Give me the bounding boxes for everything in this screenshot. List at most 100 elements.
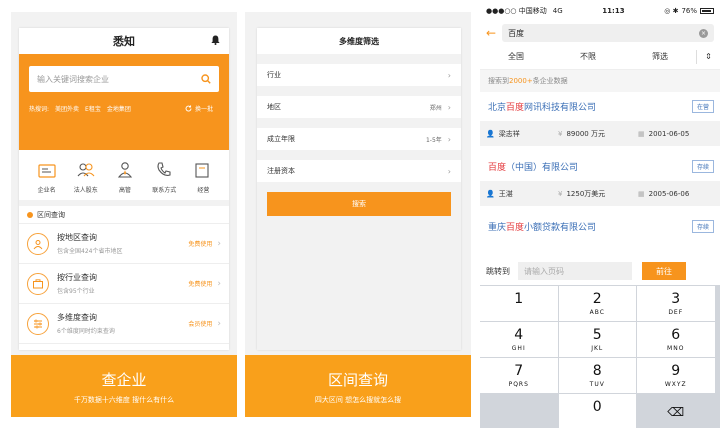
refresh-terms-button[interactable]: 换一批 (185, 104, 219, 113)
number-key[interactable]: 6 MNO (637, 322, 715, 357)
filter-tab-capital[interactable]: 不限 (552, 51, 624, 62)
filter-value: 郑州 (429, 104, 442, 112)
number-key[interactable]: 3 DEF (637, 286, 715, 321)
results-count-bar: 搜索到 2000+ 条企业数据 (480, 70, 720, 92)
legal-person: 王湛 (498, 189, 513, 198)
query-by-region-row[interactable]: 按地区查询 包含全国424个省市地区 免费使用 › (19, 224, 229, 264)
clear-icon[interactable]: × (699, 28, 708, 38)
number-key[interactable]: 8 TUV (558, 358, 636, 393)
number-key[interactable]: 1 (480, 286, 558, 321)
number-key[interactable]: 5 JKL (558, 322, 636, 357)
filter-industry[interactable]: 行业 › (257, 64, 461, 86)
company-search-input[interactable]: 输入关键词搜索企业 (29, 66, 219, 92)
search-button[interactable]: 搜索 (267, 192, 451, 216)
filter-label: 成立年限 (267, 135, 295, 143)
company-name[interactable]: 百度（中国）有限公司 (488, 160, 578, 173)
number-key[interactable]: 0 (558, 394, 636, 428)
key-letters: ABC (589, 309, 605, 316)
chevron-right-icon: › (447, 70, 451, 80)
yuan-icon: ¥ (558, 189, 563, 198)
page-input-placeholder: 请输入页码 (524, 266, 564, 276)
category-legal-shareholder[interactable]: 法人股东 (66, 160, 105, 200)
hot-label: 热搜词: (29, 106, 50, 113)
hot-search-terms: 热搜词: 美团外卖 E租宝 金地集团 换一批 (29, 104, 219, 113)
status-icons: ◎ ✱ (664, 7, 679, 15)
home-screen-panel: 悉知 输入关键词搜索企业 热搜词: 美团外卖 E租宝 金地集团 换一批 企业名 … (11, 12, 237, 417)
company-title-row: 北京百度网讯科技有限公司 在营 (480, 92, 720, 121)
row-subtitle: 包含95个行业 (57, 288, 95, 295)
network-label: 4G (552, 7, 563, 15)
banner-title: 查企业 (101, 371, 147, 389)
screenshot-root: 悉知 输入关键词搜索企业 热搜词: 美团外卖 E租宝 金地集团 换一批 企业名 … (0, 0, 720, 428)
row-action[interactable]: 免费使用 (188, 239, 212, 248)
chevron-right-icon: › (217, 238, 221, 249)
home-top-bar: 悉知 (19, 28, 229, 54)
section-dot-icon (27, 211, 33, 218)
number-key[interactable]: 4 GHI (480, 322, 558, 357)
key-digit: 1 (514, 291, 524, 307)
row-action[interactable]: 会员使用 (188, 319, 212, 328)
hot-term[interactable]: E租宝 (85, 104, 101, 113)
filter-screen-panel: 多维度筛选 行业 › 地区 郑州 › 成立年限 1-5年 › 注册资本 › 搜索 (245, 12, 471, 417)
executive-icon (117, 162, 133, 178)
filter-tab-more[interactable]: 筛选 (624, 51, 696, 62)
results-search-input[interactable]: 百度 × (502, 24, 714, 42)
result-item[interactable]: 百度（中国）有限公司 存续 👤 王湛 ¥1250万美元 ▦ 2005-06-06 (480, 152, 720, 212)
business-icon (195, 163, 209, 178)
category-contact[interactable]: 联系方式 (145, 160, 184, 200)
found-suffix: 条企业数据 (532, 77, 568, 85)
hot-term[interactable]: 美团外卖 (55, 104, 79, 113)
go-button[interactable]: 前往 (642, 262, 686, 280)
key-letters: PQRS (508, 381, 529, 388)
sort-icon[interactable]: ⇕ (696, 49, 720, 64)
person-icon: 👤 (486, 129, 495, 138)
filter-sliders-icon (27, 312, 49, 335)
filter-registered-capital[interactable]: 注册资本 › (257, 160, 461, 182)
company-name-icon (37, 164, 56, 178)
found-prefix: 搜索到 (488, 77, 509, 85)
key-digit: 2 (592, 291, 602, 307)
number-key[interactable]: 7 PQRS (480, 358, 558, 393)
back-arrow-icon[interactable]: ← (486, 26, 496, 40)
key-digit: 6 (671, 327, 681, 343)
company-info-row: 👤 梁志祥 ¥89000 万元 ▦ 2001-06-05 (480, 121, 720, 152)
search-query-text: 百度 (508, 28, 525, 38)
search-icon[interactable] (201, 74, 211, 84)
category-company-name[interactable]: 企业名 (27, 160, 66, 200)
multi-dimension-query-row[interactable]: 多维度查询 6个维度同时约束查询 会员使用 › (19, 304, 229, 344)
row-subtitle: 包含全国424个省市地区 (57, 248, 123, 255)
filter-years-established[interactable]: 成立年限 1-5年 › (257, 128, 461, 150)
range-query-section-title: 区间查询 (19, 206, 229, 224)
row-title: 按行业查询 (57, 273, 97, 282)
key-digit: 9 (671, 363, 681, 379)
result-item[interactable]: 重庆百度小额贷款有限公司 存续 (480, 212, 720, 241)
query-by-industry-row[interactable]: 按行业查询 包含95个行业 免费使用 › (19, 264, 229, 304)
category-executives[interactable]: 高管 (105, 160, 144, 200)
found-count: 2000+ (509, 77, 533, 85)
company-name[interactable]: 重庆百度小额贷款有限公司 (488, 220, 596, 233)
search-results-panel: ●●●○○ 中国移动 4G 11:13 ◎ ✱ 76% ← 百度 × 全国 不限… (480, 0, 720, 428)
chevron-right-icon: › (447, 134, 451, 144)
filter-tab-region[interactable]: 全国 (480, 51, 552, 62)
chevron-right-icon: › (447, 102, 451, 112)
page-number-input[interactable]: 请输入页码 (518, 262, 632, 280)
key-letters: DEF (668, 309, 684, 316)
status-badge: 存续 (691, 220, 714, 233)
hot-term[interactable]: 金地集团 (107, 104, 131, 113)
status-badge: 在营 (691, 100, 714, 113)
category-business[interactable]: 经营 (184, 160, 223, 200)
backspace-icon: ⌫ (667, 405, 685, 419)
number-key[interactable]: 2 ABC (558, 286, 636, 321)
number-key[interactable]: 9 WXYZ (637, 358, 715, 393)
bell-icon[interactable] (211, 35, 220, 45)
banner-subtitle: 千万数据十六维度 搜什么有什么 (73, 396, 175, 404)
founded-date: 2005-06-06 (648, 189, 690, 198)
row-action[interactable]: 免费使用 (188, 279, 212, 288)
battery-percent: 76% (681, 7, 697, 15)
filter-region[interactable]: 地区 郑州 › (257, 96, 461, 118)
company-title-row: 重庆百度小额贷款有限公司 存续 (480, 212, 720, 241)
company-name[interactable]: 北京百度网讯科技有限公司 (488, 100, 596, 113)
ios-status-bar: ●●●○○ 中国移动 4G 11:13 ◎ ✱ 76% (480, 0, 720, 22)
result-item[interactable]: 北京百度网讯科技有限公司 在营 👤 梁志祥 ¥89000 万元 ▦ 2001-06-… (480, 92, 720, 152)
delete-key[interactable]: ⌫ (637, 394, 715, 428)
